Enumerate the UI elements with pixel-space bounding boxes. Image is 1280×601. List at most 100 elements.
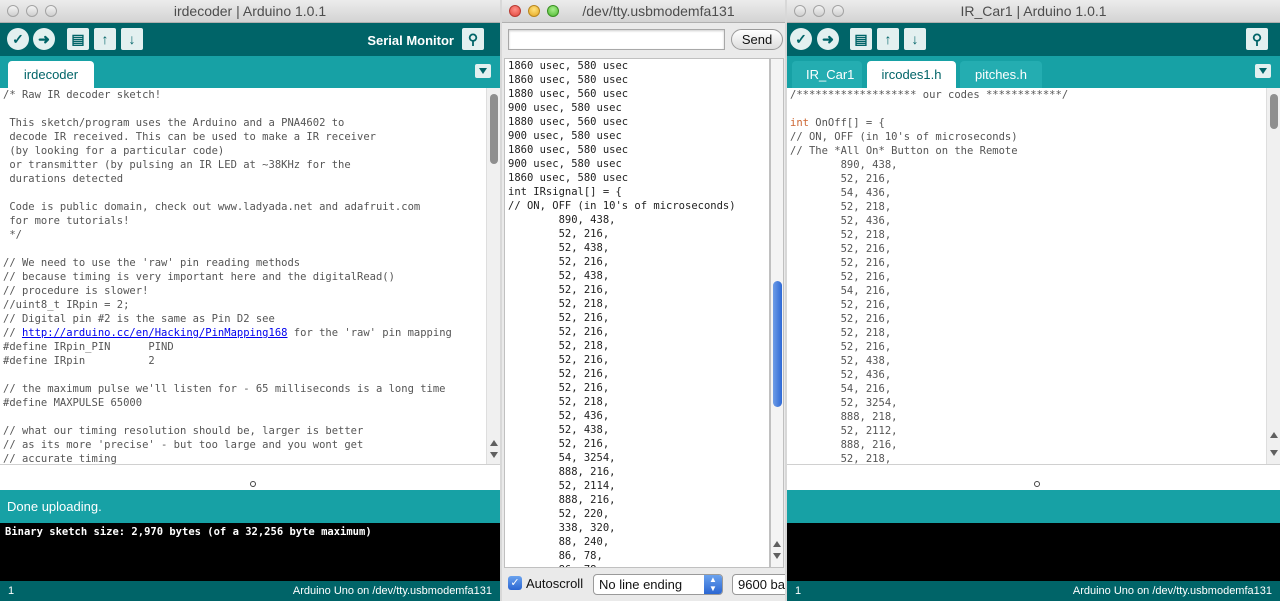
code-line: 888, 216,: [790, 439, 898, 451]
code-line: // because timing is very important here…: [3, 271, 395, 283]
line-ending-value: No line ending: [599, 577, 683, 592]
verify-icon[interactable]: ✓: [790, 28, 812, 50]
window-title: IR_Car1 | Arduino 1.0.1: [960, 3, 1107, 19]
code-line: 52, 2112,: [790, 425, 898, 437]
serial-output-line: 52, 438,: [508, 424, 610, 436]
scroll-down-icon[interactable]: [1270, 450, 1278, 456]
tab-ircodes1[interactable]: ircodes1.h: [867, 61, 956, 88]
serial-controls: ✓ Autoscroll No line ending ▲▼ 9600 baud: [502, 570, 785, 601]
serial-output-line: 86, 78,: [508, 563, 769, 567]
code-line: #define IRpin_PIN PIND: [3, 341, 174, 353]
baud-select[interactable]: 9600 baud: [732, 574, 785, 595]
code-line: // http://arduino.cc/en/Hacking/PinMappi…: [3, 326, 486, 340]
autoscroll-checkbox[interactable]: ✓: [508, 576, 522, 590]
tab-pitches[interactable]: pitches.h: [960, 61, 1042, 88]
code-line: decode IR received. This can be used to …: [3, 131, 376, 143]
scrollbar-thumb[interactable]: [490, 94, 498, 164]
scrollbar-thumb[interactable]: [1270, 94, 1278, 129]
code-line: // The *All On* Button on the Remote: [790, 145, 1018, 157]
serial-output-line: 52, 216,: [508, 438, 610, 450]
pin-mapping-link[interactable]: http://arduino.cc/en/Hacking/PinMapping1…: [22, 327, 288, 339]
serial-output-line: 52, 438,: [508, 270, 610, 282]
serial-output-line: 86, 78,: [508, 550, 603, 562]
serial-output-line: 52, 218,: [508, 396, 610, 408]
verify-icon[interactable]: ✓: [7, 28, 29, 50]
select-stepper-icon: ▲ ▼: [704, 575, 722, 594]
serial-monitor-icon[interactable]: ⚲: [1246, 28, 1268, 50]
open-icon[interactable]: ↑: [94, 28, 116, 50]
left-arduino-window: irdecoder | Arduino 1.0.1 ✓ ➜ ▤ ↑ ↓ Seri…: [0, 0, 500, 601]
code-line: 52, 216,: [790, 257, 892, 269]
code-line-rest: OnOff[] = {: [808, 117, 885, 129]
pane-divider[interactable]: [0, 464, 500, 490]
serial-output-line: // ON, OFF (in 10's of microseconds): [508, 200, 736, 212]
window-title: irdecoder | Arduino 1.0.1: [173, 3, 327, 19]
code-line: // what our timing resolution should be,…: [3, 425, 364, 437]
close-icon[interactable]: [509, 5, 521, 17]
scroll-down-icon[interactable]: [773, 553, 781, 559]
serial-output-line: 52, 216,: [508, 368, 610, 380]
console-output: [787, 523, 1280, 581]
serial-output-line: 888, 216,: [508, 494, 616, 506]
status-message: Done uploading.: [0, 490, 500, 523]
serial-monitor-window: /dev/tty.usbmodemfa131 Send 1860 usec, 5…: [502, 0, 785, 601]
scroll-up-icon[interactable]: [1270, 432, 1278, 438]
tab-menu-icon[interactable]: [475, 64, 491, 78]
serial-output-line: 1880 usec, 560 usec: [508, 88, 629, 100]
serial-scrollbar[interactable]: [770, 58, 784, 568]
code-line: or transmitter (by pulsing an IR LED at …: [3, 159, 351, 171]
scroll-up-icon[interactable]: [490, 440, 498, 446]
serial-output-line: 900 usec, 580 usec: [508, 102, 622, 114]
scrollbar-thumb[interactable]: [773, 281, 782, 407]
serial-output-line: 52, 218,: [508, 340, 610, 352]
scroll-down-icon[interactable]: [490, 452, 498, 458]
new-icon[interactable]: ▤: [67, 28, 89, 50]
serial-send-input[interactable]: [508, 29, 725, 50]
line-number: 1: [8, 585, 15, 597]
new-icon[interactable]: ▤: [850, 28, 872, 50]
code-line-prefix: //: [3, 327, 22, 339]
serial-output-line: 1860 usec, 580 usec: [508, 144, 629, 156]
code-keyword: int: [790, 117, 809, 129]
upload-icon[interactable]: ➜: [817, 28, 839, 50]
code-line: 52, 216,: [790, 243, 892, 255]
code-line: 54, 216,: [790, 383, 892, 395]
serial-monitor-icon[interactable]: ⚲: [462, 28, 484, 50]
board-info: Arduino Uno on /dev/tty.usbmodemfa131: [292, 585, 492, 597]
left-tabbar: irdecoder: [0, 56, 500, 88]
send-button[interactable]: Send: [731, 29, 783, 50]
divider-knob-icon: [1033, 481, 1040, 487]
serial-output-line: 1880 usec, 560 usec: [508, 116, 629, 128]
code-line: 52, 438,: [790, 355, 892, 367]
line-ending-select[interactable]: No line ending ▲ ▼: [593, 574, 723, 595]
autoscroll-label: Autoscroll: [526, 576, 584, 591]
code-line: 54, 436,: [790, 187, 892, 199]
upload-icon[interactable]: ➜: [33, 28, 55, 50]
code-line: */: [3, 229, 22, 241]
board-info: Arduino Uno on /dev/tty.usbmodemfa131: [1072, 585, 1272, 597]
open-icon[interactable]: ↑: [877, 28, 899, 50]
serial-output-line: 890, 438,: [508, 214, 616, 226]
tab-irdecoder[interactable]: irdecoder: [8, 61, 94, 88]
save-icon[interactable]: ↓: [121, 28, 143, 50]
code-editor[interactable]: /******************* our codes *********…: [790, 88, 1266, 464]
save-icon[interactable]: ↓: [904, 28, 926, 50]
scroll-up-icon[interactable]: [773, 541, 781, 547]
code-editor[interactable]: /* Raw IR decoder sketch! This sketch/pr…: [3, 88, 486, 464]
pane-divider[interactable]: [787, 464, 1280, 490]
tab-ir-car1[interactable]: IR_Car1: [792, 61, 862, 88]
serial-output-line: 52, 220,: [508, 508, 610, 520]
code-line: 888, 218,: [790, 411, 898, 423]
code-line: 52, 218,: [790, 229, 892, 241]
editor-scrollbar[interactable]: [486, 88, 500, 464]
tab-menu-icon[interactable]: [1255, 64, 1271, 78]
editor-scrollbar[interactable]: [1266, 88, 1280, 464]
serial-output-line: 52, 216,: [508, 382, 610, 394]
serial-output-line: 52, 2114,: [508, 480, 616, 492]
code-line: //uint8_t IRpin = 2;: [3, 299, 130, 311]
